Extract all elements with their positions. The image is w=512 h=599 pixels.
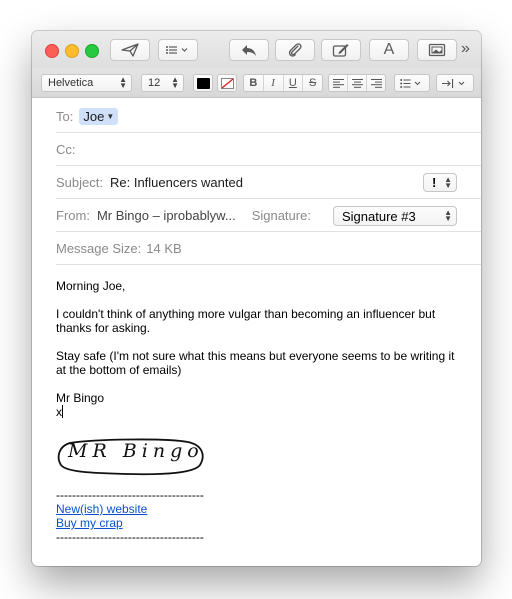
no-color-icon (220, 77, 234, 89)
font-family-value: Helvetica (48, 77, 94, 89)
to-row: To: Joe ▼ (56, 100, 481, 133)
message-body[interactable]: Morning Joe, I couldn't think of anythin… (56, 279, 466, 544)
signature-logo: MR Bingo (56, 435, 206, 477)
list-icon (166, 46, 188, 54)
format-button[interactable]: A (369, 39, 409, 61)
body-line: at the bottom of emails) (56, 363, 182, 377)
message-size-label: Message Size: (56, 240, 142, 256)
format-icon: A (383, 41, 395, 58)
message-size-row: Message Size: 14 KB (56, 232, 481, 265)
subject-field[interactable]: Re: Influencers wanted (110, 175, 243, 190)
stepper-arrows-icon: ▲ ▼ (119, 75, 127, 90)
cc-label: Cc: (56, 141, 76, 157)
underline-button[interactable]: U (284, 75, 304, 91)
signature-logo-text: MR Bingo (68, 440, 204, 462)
zoom-button[interactable] (85, 44, 99, 58)
website-link[interactable]: New(ish) website (56, 502, 466, 516)
align-center-icon (351, 78, 363, 88)
body-line: thanks for asking. (56, 321, 151, 335)
divider: ------------------------------------- (56, 530, 204, 544)
photo-browser-icon (428, 43, 446, 57)
toolbar: A » (32, 31, 481, 68)
markup-button[interactable] (321, 39, 361, 61)
subject-row: Subject: Re: Influencers wanted ! ▲ ▼ (56, 166, 481, 199)
minimize-button[interactable] (65, 44, 79, 58)
to-label: To: (56, 108, 74, 124)
reply-button[interactable] (229, 39, 269, 61)
indent-select[interactable] (436, 74, 474, 92)
align-right-icon (370, 78, 382, 88)
recipient-name: Joe (83, 108, 105, 124)
indent-icon (442, 78, 465, 88)
background-color-button[interactable] (217, 74, 237, 92)
font-size-value: 12 (148, 77, 161, 89)
send-button[interactable] (110, 39, 150, 61)
format-bar: Helvetica ▲ ▼ 12 ▲ ▼ B I U S (32, 68, 481, 98)
message-size-value: 14 KB (146, 240, 182, 256)
text-cursor (62, 405, 63, 418)
align-left-icon (332, 78, 344, 88)
priority-value: ! (432, 175, 437, 190)
sign-off-name: Mr Bingo (56, 391, 105, 405)
greeting: Morning Joe, (56, 279, 126, 293)
close-button[interactable] (45, 44, 59, 58)
sign-off-kiss: x (56, 405, 63, 419)
list-style-select[interactable] (394, 74, 430, 92)
paperclip-icon (288, 43, 302, 57)
bold-button[interactable]: B (244, 75, 264, 91)
align-right-button[interactable] (367, 75, 385, 91)
cc-row[interactable]: Cc: (56, 133, 481, 166)
signature-value: Signature #3 (342, 208, 416, 224)
align-left-button[interactable] (329, 75, 348, 91)
italic-button[interactable]: I (264, 75, 284, 91)
attach-button[interactable] (275, 39, 315, 61)
markup-icon (332, 44, 349, 57)
text-color-button[interactable] (193, 74, 213, 92)
stepper-arrows-icon: ▲ ▼ (444, 208, 452, 223)
subject-label: Subject: (56, 174, 103, 190)
from-row: From: Mr Bingo – iprobablyw... Signature… (56, 199, 481, 232)
from-select[interactable]: Mr Bingo – iprobablyw... (97, 208, 236, 223)
toolbar-overflow-button[interactable]: » (461, 40, 470, 58)
reply-arrow-icon (242, 45, 256, 56)
font-size-select[interactable]: 12 ▲ ▼ (141, 74, 184, 92)
font-family-select[interactable]: Helvetica ▲ ▼ (41, 74, 132, 92)
color-swatch-black (196, 77, 210, 89)
priority-select[interactable]: ! ▲ ▼ (423, 173, 457, 192)
signature-label: Signature: (251, 207, 311, 223)
signature-select[interactable]: Signature #3 ▲ ▼ (333, 206, 457, 226)
text-style-group: B I U S (243, 74, 323, 92)
body-line: I couldn't think of anything more vulgar… (56, 307, 436, 321)
header-fields-button[interactable] (158, 39, 198, 61)
body-line: Stay safe (I'm not sure what this means … (56, 349, 455, 363)
alignment-group (328, 74, 386, 92)
divider: ------------------------------------- (56, 488, 204, 502)
compose-window: A » Helvetica ▲ ▼ 12 ▲ ▼ B I U S To: Joe… (32, 31, 481, 566)
chevron-down-icon: ▼ (106, 111, 115, 121)
stepper-arrows-icon: ▲ ▼ (444, 175, 452, 190)
strikethrough-button[interactable]: S (303, 75, 322, 91)
shop-link[interactable]: Buy my crap (56, 516, 466, 530)
stepper-arrows-icon: ▲ ▼ (171, 75, 179, 90)
paper-plane-icon (121, 43, 139, 57)
align-center-button[interactable] (348, 75, 367, 91)
photo-browser-button[interactable] (417, 39, 457, 61)
from-label: From: (56, 207, 90, 223)
bullet-list-icon (400, 78, 421, 88)
recipient-token[interactable]: Joe ▼ (79, 107, 119, 125)
